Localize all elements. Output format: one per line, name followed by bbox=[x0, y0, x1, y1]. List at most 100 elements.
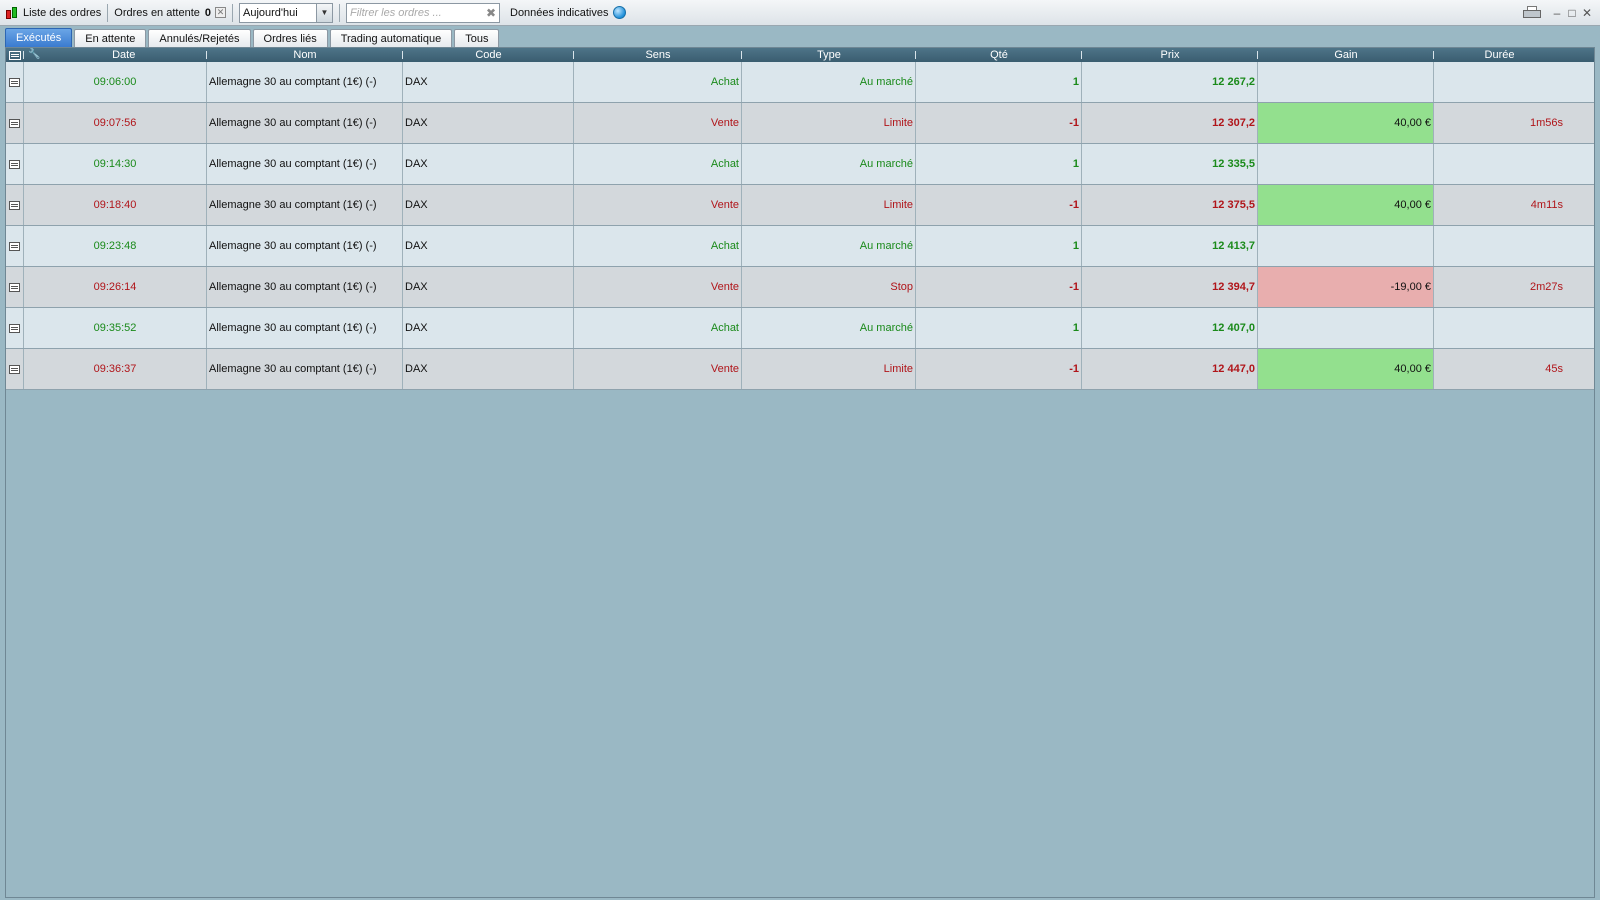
close-icon[interactable]: ✕ bbox=[1580, 6, 1594, 20]
order-details-icon[interactable] bbox=[9, 200, 20, 210]
cell-type: Au marché bbox=[742, 226, 916, 266]
cell-code: DAX bbox=[403, 144, 574, 184]
cell-nom: Allemagne 30 au comptant (1€) (-) bbox=[207, 267, 403, 307]
cell-type: Au marché bbox=[742, 144, 916, 184]
column-header-code[interactable]: Code bbox=[403, 48, 574, 62]
table-row[interactable]: 09:18:40 Allemagne 30 au comptant (1€) (-… bbox=[6, 185, 1594, 226]
column-header-type[interactable]: Type bbox=[742, 48, 916, 62]
cell-sens: Achat bbox=[574, 226, 742, 266]
tab-ordres-lies[interactable]: Ordres liés bbox=[252, 29, 328, 47]
column-header-duree[interactable]: Durée bbox=[1434, 48, 1565, 62]
row-details-cell[interactable] bbox=[6, 267, 24, 307]
pending-orders-label: Ordres en attente bbox=[114, 6, 200, 19]
cell-gain bbox=[1258, 308, 1434, 348]
cell-duree: 45s bbox=[1545, 363, 1563, 375]
table-row[interactable]: 09:35:52 Allemagne 30 au comptant (1€) (-… bbox=[6, 308, 1594, 349]
cell-prix: 12 375,5 bbox=[1082, 185, 1258, 225]
indicative-data-group: Données indicatives bbox=[505, 0, 631, 26]
cell-prix: 12 307,2 bbox=[1082, 103, 1258, 143]
pending-orders-count: 0 bbox=[204, 6, 211, 19]
cell-qte: 1 bbox=[916, 144, 1082, 184]
cell-prix: 12 335,5 bbox=[1082, 144, 1258, 184]
cell-duree: 2m27s bbox=[1529, 281, 1563, 293]
row-details-cell[interactable] bbox=[6, 144, 24, 184]
cell-gain bbox=[1258, 226, 1434, 266]
table-row[interactable]: 09:26:14 Allemagne 30 au comptant (1€) (-… bbox=[6, 267, 1594, 308]
cell-code: DAX bbox=[403, 308, 574, 348]
cell-date: 09:36:37 bbox=[24, 349, 207, 389]
order-tabs: Exécutés En attente Annulés/Rejetés Ordr… bbox=[5, 28, 501, 47]
order-details-icon[interactable] bbox=[9, 282, 20, 292]
row-details-cell[interactable] bbox=[6, 62, 24, 102]
cell-duree bbox=[1434, 308, 1565, 348]
cell-date: 09:26:14 bbox=[24, 267, 207, 307]
tab-trading-automatique[interactable]: Trading automatique bbox=[329, 29, 453, 47]
chevron-down-icon[interactable]: ▼ bbox=[316, 3, 332, 22]
column-header-gain[interactable]: Gain bbox=[1258, 48, 1434, 62]
clear-pending-icon[interactable]: ✕ bbox=[215, 7, 226, 18]
cell-code: DAX bbox=[403, 62, 574, 102]
cell-duree bbox=[1434, 144, 1565, 184]
cell-date: 09:18:40 bbox=[24, 185, 207, 225]
cell-prix: 12 407,0 bbox=[1082, 308, 1258, 348]
column-header-sens[interactable]: Sens bbox=[574, 48, 742, 62]
table-row[interactable]: 09:36:37 Allemagne 30 au comptant (1€) (-… bbox=[6, 349, 1594, 390]
cell-type: Limite bbox=[742, 349, 916, 389]
cell-nom: Allemagne 30 au comptant (1€) (-) bbox=[207, 144, 403, 184]
tab-annules-rejetes[interactable]: Annulés/Rejetés bbox=[148, 29, 251, 47]
period-select[interactable]: Aujourd'hui ▼ bbox=[239, 2, 333, 23]
cell-gain: -19,00 € bbox=[1258, 267, 1434, 307]
minimize-icon[interactable]: – bbox=[1550, 6, 1564, 20]
row-details-cell[interactable] bbox=[6, 349, 24, 389]
cell-qte: 1 bbox=[916, 308, 1082, 348]
cell-type: Limite bbox=[742, 185, 916, 225]
cell-sens: Achat bbox=[574, 308, 742, 348]
table-row[interactable]: 09:07:56 Allemagne 30 au comptant (1€) (-… bbox=[6, 103, 1594, 144]
order-details-icon[interactable] bbox=[9, 364, 20, 374]
order-details-icon[interactable] bbox=[9, 118, 20, 128]
maximize-icon[interactable]: □ bbox=[1565, 6, 1579, 20]
window-title-group: Liste des ordres bbox=[0, 0, 106, 26]
filter-orders-input[interactable] bbox=[350, 6, 480, 19]
cell-nom: Allemagne 30 au comptant (1€) (-) bbox=[207, 185, 403, 225]
cell-sens: Vente bbox=[574, 267, 742, 307]
row-details-cell[interactable] bbox=[6, 185, 24, 225]
cell-sens: Achat bbox=[574, 62, 742, 102]
cell-qte: -1 bbox=[916, 349, 1082, 389]
clear-filter-icon[interactable]: ✖ bbox=[486, 6, 496, 20]
row-details-cell[interactable] bbox=[6, 308, 24, 348]
candlestick-chart-icon bbox=[5, 6, 19, 20]
table-row[interactable]: 09:14:30 Allemagne 30 au comptant (1€) (-… bbox=[6, 144, 1594, 185]
cell-nom: Allemagne 30 au comptant (1€) (-) bbox=[207, 103, 403, 143]
cell-gain: 40,00 € bbox=[1258, 185, 1434, 225]
order-details-icon[interactable] bbox=[9, 323, 20, 333]
table-row[interactable]: 09:06:00 Allemagne 30 au comptant (1€) (-… bbox=[6, 62, 1594, 103]
cell-type: Au marché bbox=[742, 62, 916, 102]
cell-sens: Achat bbox=[574, 144, 742, 184]
column-header-nom[interactable]: Nom bbox=[207, 48, 403, 62]
period-select-value: Aujourd'hui bbox=[243, 6, 298, 19]
row-details-cell[interactable] bbox=[6, 103, 24, 143]
cell-sens: Vente bbox=[574, 185, 742, 225]
printer-icon[interactable] bbox=[1523, 6, 1541, 20]
order-details-icon[interactable] bbox=[9, 241, 20, 251]
wrench-icon[interactable]: 🔧 bbox=[28, 48, 40, 62]
column-header-prix[interactable]: Prix bbox=[1082, 48, 1258, 62]
cell-nom: Allemagne 30 au comptant (1€) (-) bbox=[207, 349, 403, 389]
cell-qte: -1 bbox=[916, 103, 1082, 143]
row-details-cell[interactable] bbox=[6, 226, 24, 266]
order-details-icon[interactable] bbox=[9, 159, 20, 169]
column-header-date[interactable]: 🔧 Date bbox=[24, 48, 207, 62]
tab-tous[interactable]: Tous bbox=[454, 29, 500, 47]
cell-duree: 1m56s bbox=[1529, 117, 1563, 129]
cell-code: DAX bbox=[403, 185, 574, 225]
tab-en-attente[interactable]: En attente bbox=[74, 29, 147, 47]
cell-code: DAX bbox=[403, 103, 574, 143]
cell-date: 09:23:48 bbox=[24, 226, 207, 266]
column-options-header[interactable] bbox=[6, 48, 24, 62]
column-header-qte[interactable]: Qté bbox=[916, 48, 1082, 62]
order-details-icon[interactable] bbox=[9, 77, 20, 87]
table-row[interactable]: 09:23:48 Allemagne 30 au comptant (1€) (-… bbox=[6, 226, 1594, 267]
info-bubble-icon[interactable] bbox=[613, 6, 627, 19]
tab-executes[interactable]: Exécutés bbox=[5, 28, 73, 47]
